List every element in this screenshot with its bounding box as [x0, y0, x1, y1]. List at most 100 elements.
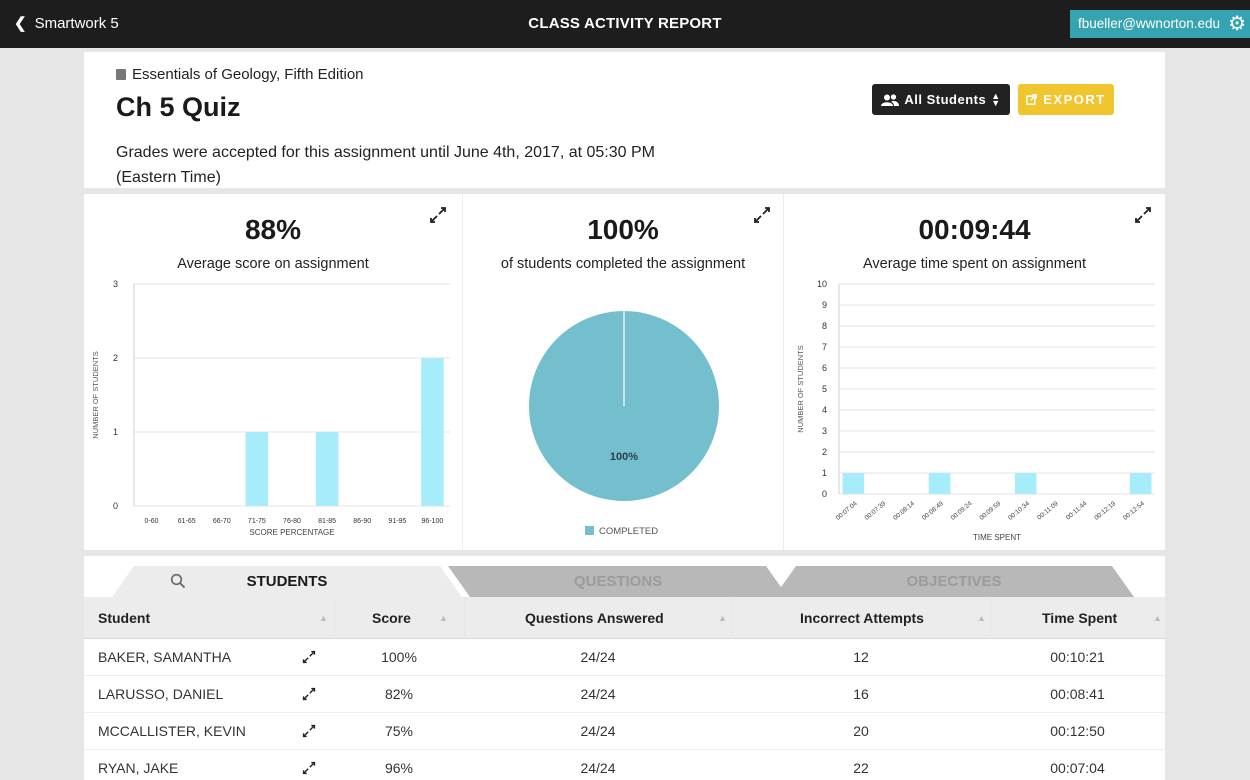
x-tick-label: 00:07:04 — [835, 500, 859, 522]
student-name[interactable]: RYAN, JAKE — [98, 750, 178, 780]
student-name[interactable]: BAKER, SAMANTHA — [98, 639, 231, 676]
tab-questions-label: QUESTIONS — [573, 573, 663, 590]
y-axis-label: NUMBER OF STUDENTS — [796, 345, 805, 433]
y-tick-label: 2 — [113, 353, 118, 363]
time-spent-cell: 00:07:04 — [1050, 760, 1105, 776]
export-button[interactable]: EXPORT — [1018, 84, 1114, 115]
y-tick-label: 3 — [822, 426, 827, 436]
students-table: Student ▲︎ Score ▲ Questions Answered ▲ … — [84, 597, 1165, 780]
all-students-select[interactable]: All Students ▲ ▼ — [872, 84, 1010, 115]
user-email: fbueller@wwnorton.edu — [1077, 16, 1220, 31]
y-tick-label: 2 — [822, 447, 827, 457]
tab-students[interactable]: STUDENTS — [112, 566, 462, 597]
sort-icon[interactable]: ▲ — [977, 597, 986, 639]
completion-stat-card: 100% of students completed the assignmen… — [462, 194, 784, 550]
table-row[interactable]: MCCALLISTER, KEVIN 75% 24/24 20 00:12:50 — [84, 713, 1165, 750]
bar — [1014, 473, 1037, 494]
gear-icon[interactable]: ⚙ — [1228, 10, 1246, 38]
score-cell: 82% — [384, 686, 414, 702]
incorrect-attempts-cell: 20 — [853, 723, 869, 739]
column-header-incorrect-attempts[interactable]: Incorrect Attempts — [800, 597, 924, 639]
student-name[interactable]: LARUSSO, DANIEL — [98, 676, 223, 713]
y-tick-label: 4 — [822, 405, 827, 415]
table-row[interactable]: RYAN, JAKE 96% 24/24 22 00:07:04 — [84, 750, 1165, 780]
expand-icon[interactable] — [302, 687, 316, 701]
expand-icon[interactable] — [302, 724, 316, 738]
y-tick-label: 0 — [822, 489, 827, 499]
assignment-header: Essentials of Geology, Fifth Edition Ch … — [84, 52, 1165, 188]
y-tick-label: 1 — [113, 427, 118, 437]
column-divider — [464, 597, 465, 639]
x-tick-label: 76-80 — [283, 518, 301, 525]
legend-label: COMPLETED — [599, 526, 658, 537]
y-tick-label: 1 — [822, 468, 827, 478]
search-icon[interactable] — [170, 573, 186, 589]
sort-icon[interactable]: ▲ — [1153, 597, 1162, 639]
sort-icon[interactable]: ▲︎ — [319, 597, 328, 639]
stats-panel: 88% Average score on assignment 0 1 2 3 0-60… — [84, 194, 1165, 550]
expand-icon[interactable] — [302, 650, 316, 664]
select-arrows-icon: ▲ ▼ — [991, 90, 1001, 108]
student-name[interactable]: MCCALLISTER, KEVIN — [98, 713, 246, 750]
x-tick-label: 71-75 — [248, 518, 266, 525]
column-header-time-spent[interactable]: Time Spent — [1042, 597, 1117, 639]
x-axis-label: SCORE PERCENTAGE — [249, 528, 334, 537]
bar — [928, 473, 951, 494]
score-cell: 75% — [384, 723, 414, 739]
bar — [315, 432, 339, 506]
book-title-text: Essentials of Geology, Fifth Edition — [132, 66, 364, 83]
sort-icon[interactable]: ▲ — [439, 597, 448, 639]
table-row[interactable]: BAKER, SAMANTHA 100% 24/24 12 00:10:21 — [84, 639, 1165, 676]
time-spent-chart: 01234567891000:07:04 00:07:39 00:08:14 00:0… — [796, 279, 1155, 542]
bar — [1129, 473, 1152, 494]
x-tick-label: 00:09:24 — [950, 500, 974, 522]
y-tick-label: 6 — [822, 363, 827, 373]
legend-swatch — [585, 526, 594, 535]
grades-note: Grades were accepted for this assignment… — [116, 144, 655, 186]
book-title: Essentials of Geology, Fifth Edition — [116, 66, 364, 83]
assignment-title: Ch 5 Quiz — [116, 92, 241, 122]
x-tick-label: 91-95 — [388, 518, 406, 525]
x-axis-label: TIME SPENT — [973, 533, 1021, 542]
questions-answered-cell: 24/24 — [580, 723, 616, 739]
x-tick-label: 61-65 — [178, 518, 196, 525]
y-tick-label: 3 — [113, 279, 118, 289]
all-students-label: All Students — [904, 92, 987, 107]
column-header-questions-answered[interactable]: Questions Answered — [525, 597, 664, 639]
column-header-student[interactable]: Student — [98, 597, 150, 639]
completion-pie-chart: 100% COMPLETED — [529, 311, 719, 537]
score-stat-card: 88% Average score on assignment 0 1 2 3 0-60… — [84, 194, 462, 550]
column-divider — [732, 597, 733, 639]
x-tick-label: 96-100 — [422, 518, 444, 525]
tab-objectives[interactable]: OBJECTIVES — [774, 566, 1134, 597]
time-spent-cell: 00:08:41 — [1050, 686, 1105, 702]
tab-questions[interactable]: QUESTIONS — [448, 566, 788, 597]
x-tick-label: 00:09:59 — [978, 500, 1002, 522]
expand-icon[interactable] — [302, 761, 316, 775]
column-header-score[interactable]: Score — [372, 597, 411, 639]
y-tick-label: 10 — [817, 279, 827, 289]
export-label: EXPORT — [1043, 92, 1106, 107]
score-distribution-chart: 0 1 2 3 0-60 61-65 66-70 71-75 76-80 81-85 86-90 91… — [91, 279, 450, 537]
book-icon — [116, 69, 126, 80]
time-spent-cell: 00:10:21 — [1050, 649, 1105, 665]
users-icon — [881, 93, 900, 106]
bar — [245, 432, 269, 506]
details-panel: STUDENTS QUESTIONS OBJECTIVES Student ▲︎… — [84, 556, 1165, 780]
incorrect-attempts-cell: 22 — [853, 760, 869, 776]
incorrect-attempts-cell: 16 — [853, 686, 869, 702]
x-tick-label: 00:11:44 — [1065, 500, 1089, 522]
user-menu[interactable]: fbueller@wwnorton.edu ⚙ — [1069, 10, 1250, 38]
table-row[interactable]: LARUSSO, DANIEL 82% 24/24 16 00:08:41 — [84, 676, 1165, 713]
y-tick-label: 5 — [822, 384, 827, 394]
x-tick-label: 86-90 — [353, 518, 371, 525]
tab-bar: STUDENTS QUESTIONS OBJECTIVES — [84, 566, 1165, 597]
bar — [842, 473, 865, 494]
column-divider — [334, 597, 335, 639]
pie-slice-label: 100% — [610, 451, 638, 463]
time-spent-cell: 00:12:50 — [1050, 723, 1105, 739]
x-tick-label: 00:08:14 — [892, 500, 916, 522]
y-tick-label: 0 — [113, 501, 118, 511]
sort-icon[interactable]: ▲ — [718, 597, 727, 639]
x-tick-label: 00:12:19 — [1093, 500, 1117, 522]
